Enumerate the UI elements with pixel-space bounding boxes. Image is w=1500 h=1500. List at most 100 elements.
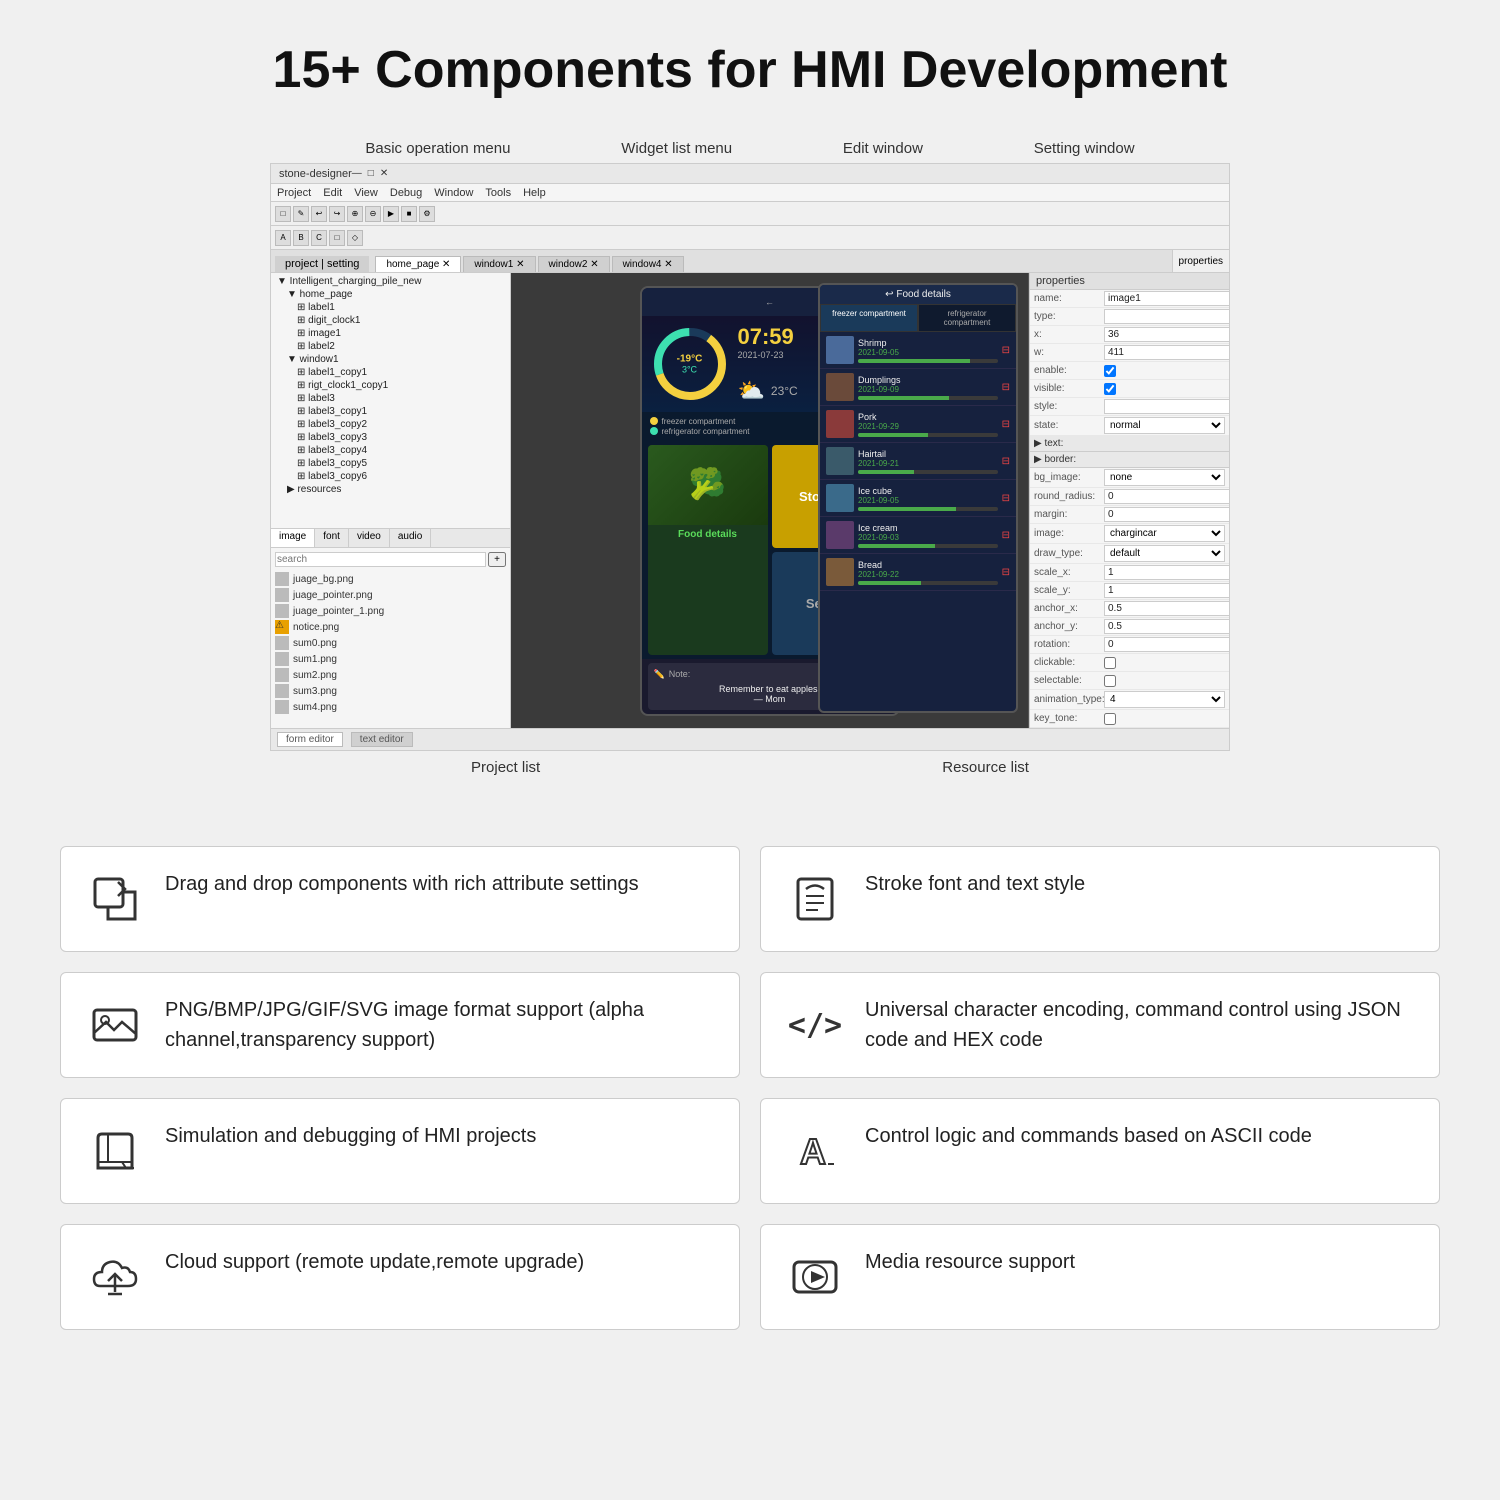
tb2-btn-1[interactable]: A — [275, 230, 291, 246]
menu-debug[interactable]: Debug — [390, 187, 422, 199]
prop-animtype-select[interactable]: 4 — [1104, 691, 1225, 708]
menu-window[interactable]: Window — [434, 187, 473, 199]
menu-edit[interactable]: Edit — [323, 187, 342, 199]
tab-window1[interactable]: window1 ✕ — [463, 256, 535, 272]
res-item-sum3[interactable]: sum3.png — [275, 683, 506, 699]
tb2-btn-4[interactable]: □ — [329, 230, 345, 246]
food-del-shrimp[interactable]: ⊟ — [1002, 345, 1010, 356]
prop-selectable-checkbox[interactable] — [1104, 675, 1116, 687]
prop-section-border[interactable]: ▶ border: — [1030, 452, 1229, 468]
prop-scalex-input[interactable] — [1104, 565, 1229, 580]
food-del-icecube[interactable]: ⊟ — [1002, 493, 1010, 504]
food-del-hairtail[interactable]: ⊟ — [1002, 456, 1010, 467]
food-tab-fridge[interactable]: refrigerator compartment — [918, 304, 1016, 332]
tb-btn-5[interactable]: ⊕ — [347, 206, 363, 222]
tb-btn-1[interactable]: □ — [275, 206, 291, 222]
prop-style-input[interactable] — [1104, 399, 1229, 414]
tree-label3-copy5[interactable]: ⊞ label3_copy5 — [273, 457, 508, 470]
tree-label2[interactable]: ⊞ label2 — [273, 340, 508, 353]
food-bar-icecream — [858, 544, 998, 548]
prop-drawtype-select[interactable]: default — [1104, 545, 1225, 562]
prop-bgimage-select[interactable]: none — [1104, 469, 1225, 486]
tree-label3-copy4[interactable]: ⊞ label3_copy4 — [273, 444, 508, 457]
main-area: ▼ Intelligent_charging_pile_new ▼ home_p… — [271, 273, 1229, 728]
bottom-tab-text[interactable]: text editor — [351, 732, 413, 747]
tree-root[interactable]: ▼ Intelligent_charging_pile_new — [273, 275, 508, 288]
tb-btn-8[interactable]: ■ — [401, 206, 417, 222]
menu-view[interactable]: View — [354, 187, 378, 199]
tree-home-page[interactable]: ▼ home_page — [273, 288, 508, 301]
add-resource-button[interactable]: + — [488, 552, 506, 567]
tab-window4[interactable]: window4 ✕ — [612, 256, 684, 272]
tree-label1-copy1[interactable]: ⊞ label1_copy1 — [273, 366, 508, 379]
tb-btn-6[interactable]: ⊖ — [365, 206, 381, 222]
food-details-label[interactable]: Food details — [648, 525, 768, 544]
menu-bar[interactable]: Project Edit View Debug Window Tools Hel… — [271, 184, 1229, 202]
prop-type-input[interactable] — [1104, 309, 1229, 324]
tb-btn-4[interactable]: ↪ — [329, 206, 345, 222]
resource-search-input[interactable] — [275, 552, 486, 567]
tab-home-page[interactable]: home_page ✕ — [375, 256, 461, 272]
tree-label3-copy1[interactable]: ⊞ label3_copy1 — [273, 405, 508, 418]
tree-image1[interactable]: ⊞ image1 — [273, 327, 508, 340]
res-item-1[interactable]: juage_bg.png — [275, 571, 506, 587]
tb2-btn-3[interactable]: C — [311, 230, 327, 246]
prop-radius-input[interactable] — [1104, 489, 1229, 504]
prop-anchorx-input[interactable] — [1104, 601, 1229, 616]
prop-scaley-input[interactable] — [1104, 583, 1229, 598]
prop-image-select[interactable]: chargincar — [1104, 525, 1225, 542]
tab-window2[interactable]: window2 ✕ — [538, 256, 610, 272]
res-tab-image[interactable]: image — [271, 529, 315, 547]
prop-clickable-checkbox[interactable] — [1104, 657, 1116, 669]
prop-keytone-checkbox[interactable] — [1104, 713, 1116, 725]
tree-label3-copy6[interactable]: ⊞ label3_copy6 — [273, 470, 508, 483]
tb-btn-3[interactable]: ↩ — [311, 206, 327, 222]
tree-window1[interactable]: ▼ window1 — [273, 353, 508, 366]
res-tab-audio[interactable]: audio — [390, 529, 431, 547]
tree-rigt-clock[interactable]: ⊞ rigt_clock1_copy1 — [273, 379, 508, 392]
res-item-3[interactable]: juage_pointer_1.png — [275, 603, 506, 619]
tree-label1[interactable]: ⊞ label1 — [273, 301, 508, 314]
res-tab-video[interactable]: video — [349, 529, 390, 547]
menu-tools[interactable]: Tools — [485, 187, 511, 199]
food-del-bread[interactable]: ⊟ — [1002, 567, 1010, 578]
food-del-icecream[interactable]: ⊟ — [1002, 530, 1010, 541]
tree-label3-copy2[interactable]: ⊞ label3_copy2 — [273, 418, 508, 431]
prop-x-input[interactable] — [1104, 327, 1229, 342]
res-item-2[interactable]: juage_pointer.png — [275, 587, 506, 603]
prop-margin-input[interactable] — [1104, 507, 1229, 522]
tb-btn-7[interactable]: ▶ — [383, 206, 399, 222]
prop-section-text[interactable]: ▶ text: — [1030, 436, 1229, 452]
tree-digit-clock1[interactable]: ⊞ digit_clock1 — [273, 314, 508, 327]
food-image-btn[interactable]: 🥦 Food details — [648, 445, 768, 655]
tree-label3[interactable]: ⊞ label3 — [273, 392, 508, 405]
tree-label3-copy3[interactable]: ⊞ label3_copy3 — [273, 431, 508, 444]
weather-icon: ⛅ — [738, 378, 765, 404]
tb2-btn-2[interactable]: B — [293, 230, 309, 246]
prop-w-input[interactable] — [1104, 345, 1229, 360]
prop-anchory-input[interactable] — [1104, 619, 1229, 634]
tb2-btn-5[interactable]: ◇ — [347, 230, 363, 246]
food-del-pork[interactable]: ⊟ — [1002, 419, 1010, 430]
prop-animtype-row: animation_type: 4 — [1030, 690, 1229, 710]
res-tab-font[interactable]: font — [315, 529, 349, 547]
res-item-sum2[interactable]: sum2.png — [275, 667, 506, 683]
res-item-warn[interactable]: ⚠ notice.png — [275, 619, 506, 635]
prop-rotation-input[interactable] — [1104, 637, 1229, 652]
food-del-dumplings[interactable]: ⊟ — [1002, 382, 1010, 393]
res-item-sum1[interactable]: sum1.png — [275, 651, 506, 667]
tb-btn-2[interactable]: ✎ — [293, 206, 309, 222]
prop-enable-checkbox[interactable] — [1104, 365, 1116, 377]
menu-project[interactable]: Project — [277, 187, 311, 199]
bottom-tab-form[interactable]: form editor — [277, 732, 343, 747]
tree-resources[interactable]: ▶ resources — [273, 483, 508, 496]
prop-enable-row: enable: — [1030, 362, 1229, 380]
prop-state-select[interactable]: normal — [1104, 417, 1225, 434]
food-tab-freezer[interactable]: freezer compartment — [820, 304, 918, 332]
prop-visible-checkbox[interactable] — [1104, 383, 1116, 395]
res-item-sum4[interactable]: sum4.png — [275, 699, 506, 715]
menu-help[interactable]: Help — [523, 187, 546, 199]
tb-btn-9[interactable]: ⚙ — [419, 206, 435, 222]
res-item-sum0[interactable]: sum0.png — [275, 635, 506, 651]
prop-name-input[interactable] — [1104, 291, 1229, 306]
